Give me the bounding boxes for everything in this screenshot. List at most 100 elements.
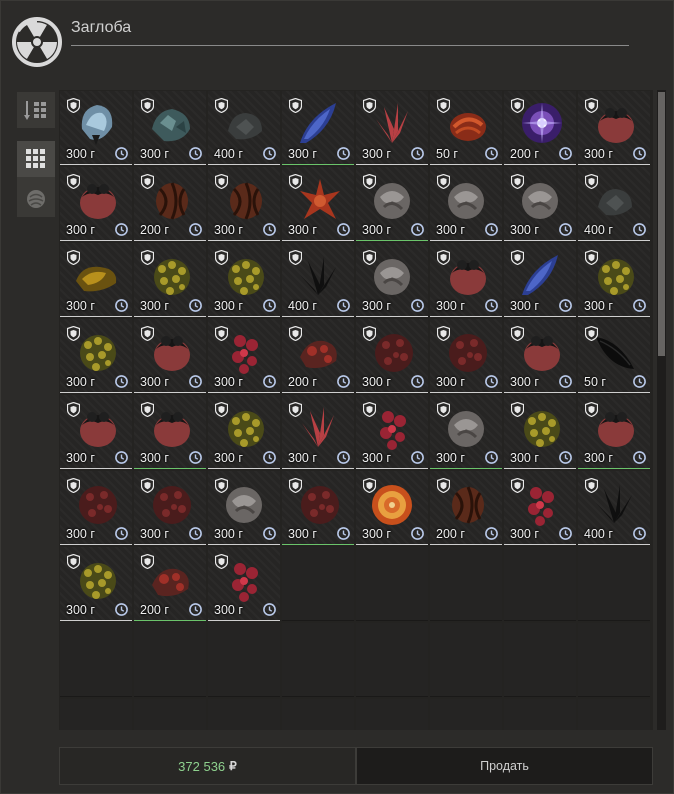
- artifact-slot[interactable]: 200 г: [504, 91, 576, 165]
- item-weight: 300 г: [510, 451, 539, 465]
- title-field[interactable]: [71, 15, 629, 46]
- scrollbar-thumb[interactable]: [658, 92, 665, 356]
- artifact-slot[interactable]: 300 г: [60, 471, 132, 545]
- artifact-slot[interactable]: 300 г: [356, 167, 428, 241]
- shield-icon: [67, 174, 80, 189]
- artifact-slot[interactable]: 300 г: [578, 395, 650, 469]
- clock-icon: [411, 223, 424, 236]
- artifact-slot[interactable]: 300 г: [356, 395, 428, 469]
- artifact-slot[interactable]: 300 г: [282, 471, 354, 545]
- empty-slot[interactable]: [430, 623, 502, 697]
- shield-icon: [215, 250, 228, 265]
- artifact-slot[interactable]: 300 г: [282, 91, 354, 165]
- artifact-slot[interactable]: 300 г: [504, 243, 576, 317]
- artifact-slot[interactable]: 400 г: [208, 91, 280, 165]
- artifact-slot[interactable]: 400 г: [578, 471, 650, 545]
- title-input[interactable]: [71, 19, 629, 37]
- shield-icon: [437, 326, 450, 341]
- empty-slot[interactable]: [356, 699, 428, 730]
- artifact-slot[interactable]: 300 г: [134, 395, 206, 469]
- clock-icon: [189, 527, 202, 540]
- artifact-slot[interactable]: 300 г: [134, 243, 206, 317]
- artifact-slot[interactable]: 300 г: [356, 243, 428, 317]
- artifact-slot[interactable]: 300 г: [430, 167, 502, 241]
- artifact-slot[interactable]: 300 г: [430, 243, 502, 317]
- radiation-icon: [12, 17, 62, 67]
- artifact-slot[interactable]: 300 г: [578, 243, 650, 317]
- item-weight: 300 г: [510, 527, 539, 541]
- artifact-slot[interactable]: 300 г: [60, 243, 132, 317]
- empty-slot[interactable]: [356, 547, 428, 621]
- artifact-slot[interactable]: 300 г: [282, 395, 354, 469]
- artifact-slot[interactable]: 300 г: [60, 91, 132, 165]
- empty-slot[interactable]: [134, 699, 206, 730]
- empty-slot[interactable]: [282, 699, 354, 730]
- empty-slot[interactable]: [578, 699, 650, 730]
- empty-slot[interactable]: [282, 623, 354, 697]
- sort-button[interactable]: [17, 92, 55, 128]
- artifact-slot[interactable]: 200 г: [282, 319, 354, 393]
- artifact-slot[interactable]: 50 г: [430, 91, 502, 165]
- artifact-filter-button[interactable]: [17, 181, 55, 217]
- sell-button[interactable]: Продать: [356, 747, 653, 785]
- artifact-slot[interactable]: 300 г: [504, 395, 576, 469]
- empty-slot[interactable]: [282, 547, 354, 621]
- artifact-slot[interactable]: 300 г: [134, 91, 206, 165]
- artifact-slot[interactable]: 300 г: [208, 395, 280, 469]
- artifact-slot[interactable]: 300 г: [504, 167, 576, 241]
- artifact-slot[interactable]: 300 г: [60, 319, 132, 393]
- empty-slot[interactable]: [504, 623, 576, 697]
- artifact-slot[interactable]: 300 г: [282, 167, 354, 241]
- shield-icon: [585, 478, 598, 493]
- empty-slot[interactable]: [430, 547, 502, 621]
- artifact-slot[interactable]: 300 г: [208, 167, 280, 241]
- empty-slot[interactable]: [430, 699, 502, 730]
- artifact-slot[interactable]: 300 г: [208, 319, 280, 393]
- shield-icon: [141, 478, 154, 493]
- artifact-slot[interactable]: 200 г: [430, 471, 502, 545]
- item-weight: 300 г: [362, 375, 391, 389]
- artifact-slot[interactable]: 300 г: [356, 319, 428, 393]
- empty-slot[interactable]: [134, 623, 206, 697]
- artifact-slot[interactable]: 300 г: [208, 471, 280, 545]
- artifact-slot[interactable]: 300 г: [504, 471, 576, 545]
- item-weight: 300 г: [66, 147, 95, 161]
- item-weight: 300 г: [140, 299, 169, 313]
- empty-slot[interactable]: [208, 623, 280, 697]
- empty-slot[interactable]: [504, 547, 576, 621]
- artifact-slot[interactable]: 300 г: [578, 91, 650, 165]
- artifact-slot[interactable]: 300 г: [504, 319, 576, 393]
- artifact-slot[interactable]: 300 г: [60, 395, 132, 469]
- artifact-slot[interactable]: 50 г: [578, 319, 650, 393]
- artifact-slot[interactable]: 400 г: [578, 167, 650, 241]
- item-weight: 300 г: [510, 223, 539, 237]
- empty-slot[interactable]: [578, 623, 650, 697]
- artifact-slot[interactable]: 300 г: [208, 547, 280, 621]
- empty-slot[interactable]: [60, 699, 132, 730]
- empty-slot[interactable]: [208, 699, 280, 730]
- artifact-slot[interactable]: 300 г: [356, 471, 428, 545]
- artifact-slot[interactable]: 300 г: [430, 319, 502, 393]
- artifact-slot[interactable]: 300 г: [208, 243, 280, 317]
- artifact-slot[interactable]: 300 г: [356, 91, 428, 165]
- scrollbar[interactable]: [657, 90, 666, 730]
- empty-slot[interactable]: [578, 547, 650, 621]
- artifact-slot[interactable]: 300 г: [60, 547, 132, 621]
- item-weight: 300 г: [362, 299, 391, 313]
- artifact-slot[interactable]: 300 г: [134, 471, 206, 545]
- clock-icon: [411, 147, 424, 160]
- artifact-slot[interactable]: 300 г: [430, 395, 502, 469]
- artifact-slot[interactable]: 200 г: [134, 167, 206, 241]
- empty-slot[interactable]: [504, 699, 576, 730]
- clock-icon: [337, 299, 350, 312]
- artifact-slot[interactable]: 300 г: [60, 167, 132, 241]
- item-weight: 400 г: [214, 147, 243, 161]
- artifact-slot[interactable]: 300 г: [134, 319, 206, 393]
- shield-icon: [67, 478, 80, 493]
- empty-slot[interactable]: [60, 623, 132, 697]
- clock-icon: [633, 299, 646, 312]
- empty-slot[interactable]: [356, 623, 428, 697]
- grid-view-button[interactable]: [17, 141, 55, 177]
- artifact-slot[interactable]: 400 г: [282, 243, 354, 317]
- artifact-slot[interactable]: 200 г: [134, 547, 206, 621]
